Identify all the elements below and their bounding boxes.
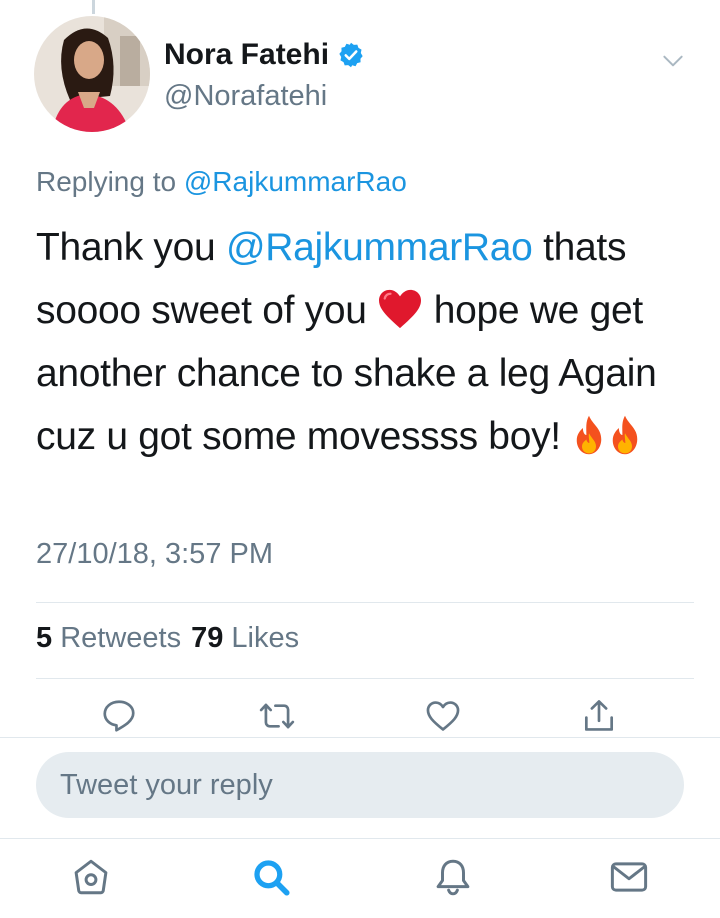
verified-badge-icon (339, 42, 363, 68)
home-icon[interactable] (70, 856, 112, 898)
likes-label: Likes (231, 622, 300, 654)
reply-placeholder: Tweet your reply (60, 769, 273, 801)
reply-icon[interactable] (100, 697, 138, 735)
notifications-icon[interactable] (432, 856, 474, 898)
avatar[interactable] (34, 16, 150, 132)
tweet-stats: 5 Retweets 79 Likes (36, 622, 299, 655)
likes-count: 79 (191, 622, 224, 654)
retweets-count: 5 (36, 622, 53, 654)
red-heart-icon (379, 289, 422, 328)
retweets-stat[interactable]: 5 Retweets (36, 622, 181, 655)
messages-icon[interactable] (608, 856, 650, 898)
bottom-navigation (0, 840, 720, 918)
reply-composer-bar: Tweet your reply (0, 738, 720, 828)
replying-to-mention-link[interactable]: @RajkummarRao (184, 166, 407, 197)
tweet-mention-link[interactable]: @RajkummarRao (226, 226, 533, 269)
tweet-text: Thank you @RajkummarRao thats soooo swee… (36, 216, 698, 468)
divider (36, 678, 694, 679)
search-icon[interactable] (250, 856, 292, 898)
replying-prefix: Replying to (36, 166, 177, 197)
chevron-down-icon[interactable] (660, 48, 686, 74)
tweet-text-part1: Thank you (36, 226, 226, 269)
thread-connector-line (92, 0, 95, 14)
author-handle[interactable]: @Norafatehi (164, 80, 327, 113)
replying-to-line: Replying to @RajkummarRao (36, 166, 407, 198)
tweet-header: Nora Fatehi @Norafatehi (34, 14, 690, 132)
fire-icon (613, 415, 638, 454)
tweet-action-bar (0, 697, 720, 737)
divider (0, 838, 720, 839)
reply-input[interactable]: Tweet your reply (36, 752, 684, 818)
retweets-label: Retweets (60, 622, 182, 654)
display-name[interactable]: Nora Fatehi (164, 38, 329, 72)
divider (36, 602, 694, 603)
retweet-icon[interactable] (258, 697, 296, 735)
fire-icon (577, 415, 602, 454)
author-name-row[interactable]: Nora Fatehi (164, 38, 365, 72)
like-icon[interactable] (424, 697, 462, 735)
likes-stat[interactable]: 79 Likes (191, 622, 299, 655)
tweet-timestamp[interactable]: 27/10/18, 3:57 PM (36, 538, 273, 571)
share-icon[interactable] (580, 697, 618, 735)
